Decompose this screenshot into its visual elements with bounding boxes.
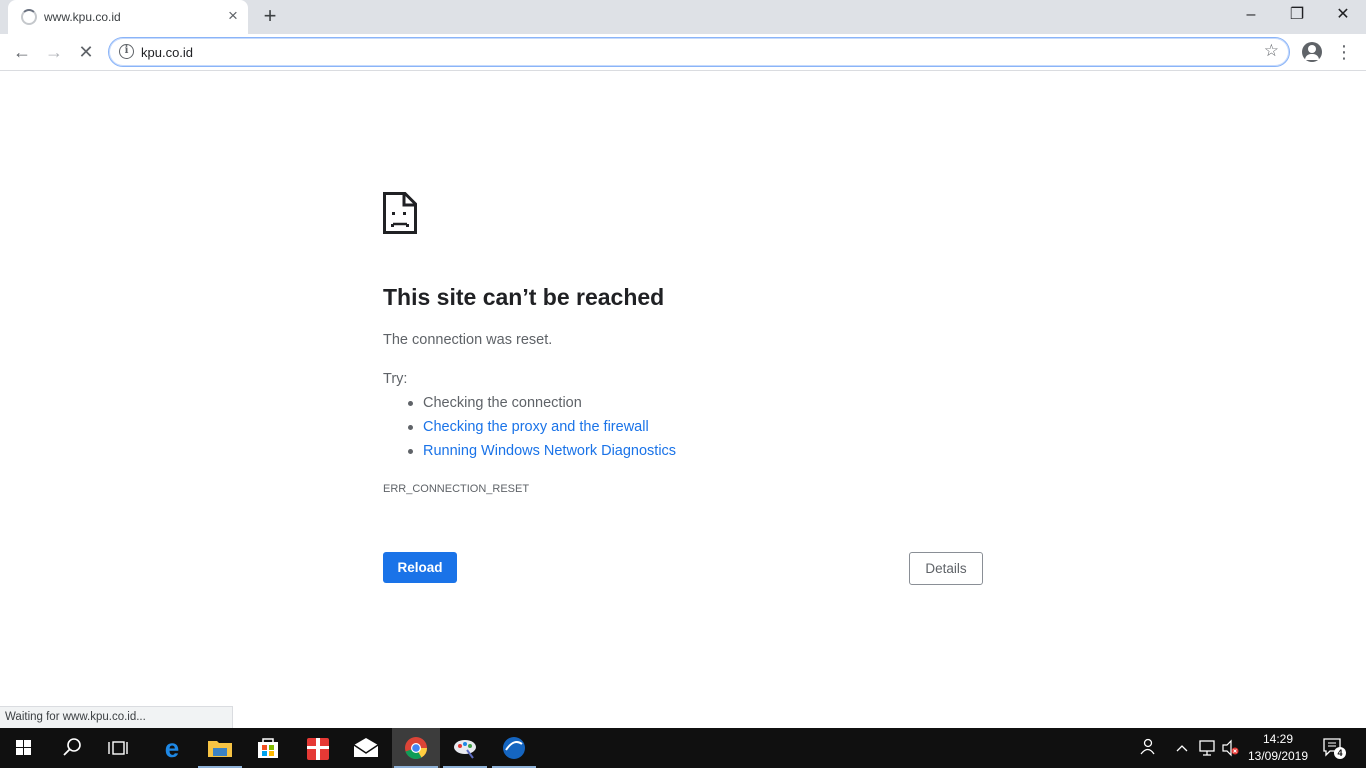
clock-date: 13/09/2019	[1247, 749, 1309, 763]
window-close-button[interactable]: ✕	[1320, 0, 1366, 30]
tab-close-icon[interactable]: ×	[224, 7, 242, 25]
paint-icon[interactable]	[441, 728, 489, 768]
forward-button[interactable]: →	[40, 38, 68, 66]
details-button[interactable]: Details	[909, 552, 983, 585]
file-explorer-icon[interactable]	[196, 728, 244, 768]
browser-toolbar: ← → ✕ i ☆ ⋮	[0, 34, 1366, 71]
clock-time: 14:29	[1262, 732, 1294, 746]
profile-avatar-icon[interactable]	[1302, 42, 1322, 62]
tab-kpu[interactable]: www.kpu.co.id ×	[8, 0, 248, 34]
task-view-icon[interactable]	[96, 728, 144, 768]
start-icon[interactable]	[0, 728, 48, 768]
suggestion-network-diagnostics-link[interactable]: Running Windows Network Diagnostics	[407, 442, 676, 466]
minimize-button[interactable]: –	[1228, 0, 1274, 30]
taskbar: e 14:29 13/09/2019 4	[0, 728, 1366, 768]
app-icon[interactable]	[490, 728, 538, 768]
svg-text:e: e	[165, 733, 179, 763]
suggestion-check-proxy-link[interactable]: Checking the proxy and the firewall	[407, 418, 676, 442]
error-message: The connection was reset.	[383, 332, 553, 348]
loading-spinner-icon	[21, 9, 37, 25]
sad-document-icon	[383, 192, 417, 234]
action-center-icon[interactable]: 4	[1322, 736, 1348, 760]
error-code: ERR_CONNECTION_RESET	[383, 483, 530, 495]
status-bubble: Waiting for www.kpu.co.id...	[0, 706, 233, 728]
bookmark-star-icon[interactable]: ☆	[1264, 41, 1279, 61]
tab-strip: www.kpu.co.id × + – ❐ ✕	[0, 0, 1366, 34]
people-icon[interactable]	[1136, 728, 1158, 768]
suggestion-check-connection: Checking the connection	[407, 394, 676, 418]
mail-icon[interactable]	[342, 728, 390, 768]
suggestion-list: Checking the connection Checking the pro…	[407, 394, 676, 466]
back-button[interactable]: ←	[8, 38, 36, 66]
edge-icon[interactable]: e	[148, 728, 196, 768]
tab-title: www.kpu.co.id	[44, 10, 121, 24]
new-tab-button[interactable]: +	[258, 5, 282, 29]
error-heading: This site can’t be reached	[383, 284, 665, 310]
reload-button[interactable]: Reload	[383, 552, 457, 583]
address-bar[interactable]: i ☆	[108, 37, 1290, 67]
search-icon[interactable]	[48, 728, 96, 768]
browser-menu-icon[interactable]: ⋮	[1334, 40, 1354, 64]
show-hidden-icons-chevron-icon[interactable]	[1172, 728, 1192, 768]
address-input[interactable]	[141, 43, 1241, 61]
system-clock[interactable]: 14:29 13/09/2019	[1244, 731, 1312, 765]
gift-icon[interactable]	[294, 728, 342, 768]
store-icon[interactable]	[244, 728, 292, 768]
chrome-icon[interactable]	[392, 728, 440, 768]
try-label: Try:	[383, 371, 408, 387]
notification-count-badge: 4	[1337, 748, 1343, 758]
restore-button[interactable]: ❐	[1274, 0, 1320, 30]
stop-loading-button[interactable]: ✕	[72, 38, 100, 66]
network-icon[interactable]	[1196, 728, 1218, 768]
volume-muted-icon[interactable]	[1220, 728, 1242, 768]
site-info-icon[interactable]: i	[119, 44, 134, 59]
